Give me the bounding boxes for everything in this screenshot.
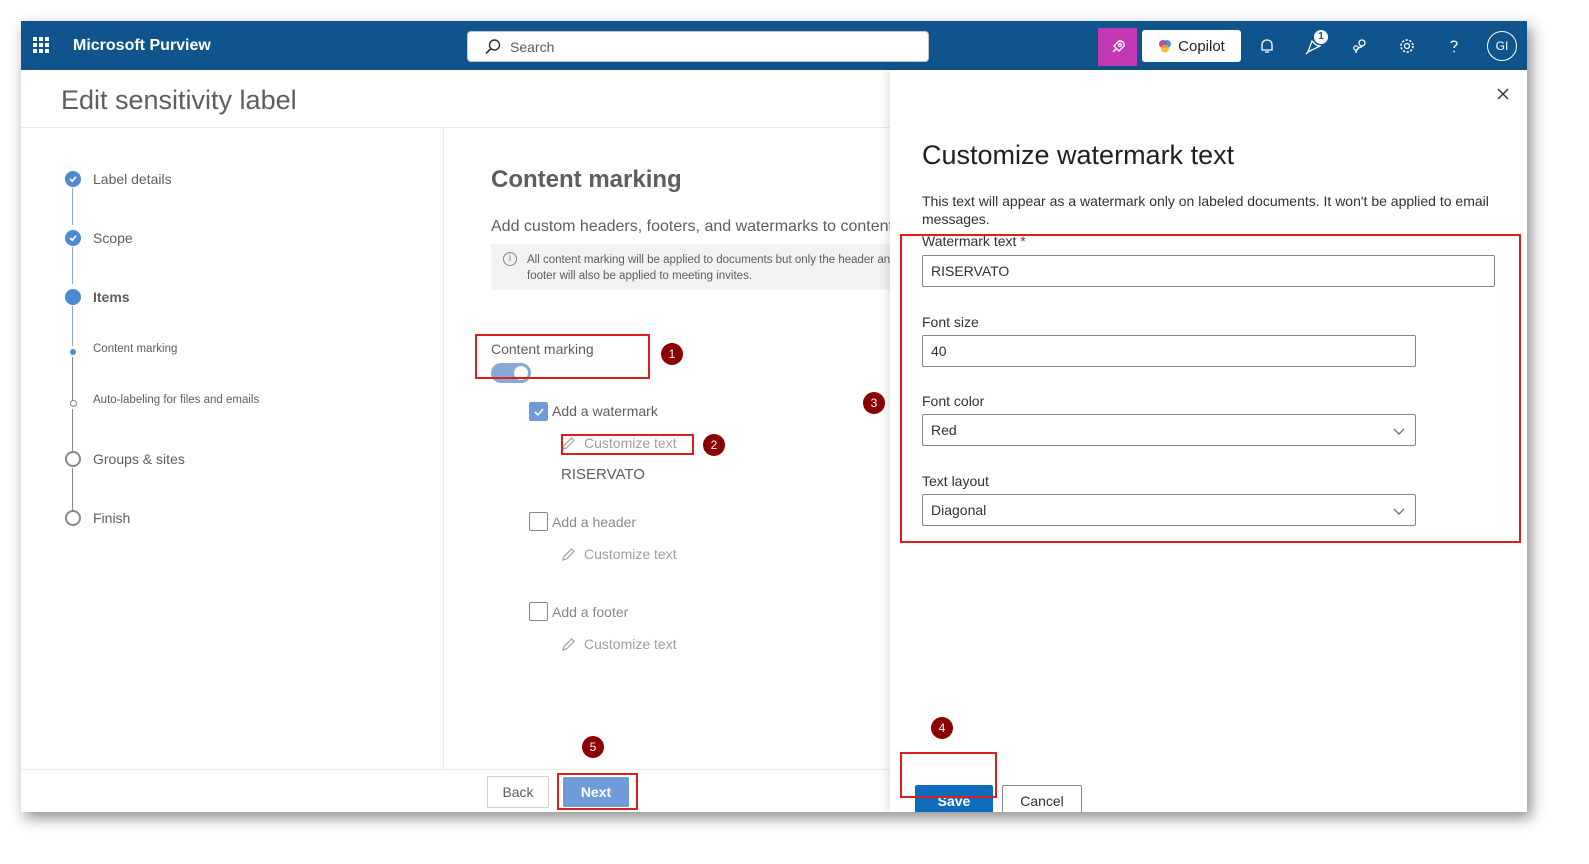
checkmark-icon (533, 407, 544, 416)
required-indicator: * (1020, 233, 1026, 249)
pending-step-dot (65, 451, 81, 467)
page-title: Edit sensitivity label (61, 85, 297, 115)
step-label: Scope (93, 230, 133, 246)
substep-dot (70, 400, 77, 407)
panel-title: Customize watermark text (922, 140, 1235, 170)
panel-description: This text will appear as a watermark onl… (922, 193, 1489, 227)
app-window: Microsoft Purview Copilot (21, 21, 1527, 812)
step-connector (72, 247, 73, 284)
text-layout-value: Diagonal (931, 502, 987, 518)
step-items[interactable]: Items (65, 289, 130, 305)
step-connector (72, 188, 73, 225)
font-color-label: Font color (922, 393, 985, 409)
people-settings-icon[interactable] (1348, 34, 1372, 58)
section-description: Add custom headers, footers, and waterma… (491, 218, 893, 235)
back-button[interactable]: Back (487, 776, 549, 808)
watermark-text-label: Watermark text * (922, 233, 1026, 249)
step-label: Items (93, 289, 130, 305)
header-checkbox[interactable] (529, 512, 548, 531)
step-finish[interactable]: Finish (65, 510, 130, 526)
notification-badge: 1 (1314, 30, 1328, 44)
copilot-icon (1159, 40, 1172, 53)
info-icon: i (503, 252, 517, 266)
step-connector (72, 357, 73, 401)
step-label-details[interactable]: Label details (65, 171, 172, 187)
font-color-value: Red (931, 422, 957, 438)
info-text: All content marking will be applied to d… (527, 254, 897, 282)
annotation-marker: 4 (931, 717, 953, 739)
next-button[interactable]: Next (563, 777, 629, 807)
annotation-marker: 2 (703, 434, 725, 456)
help-icon[interactable] (1442, 34, 1466, 58)
rocket-icon (1112, 40, 1125, 53)
check-icon (65, 171, 81, 187)
content-marking-toggle-label: Content marking (491, 341, 594, 357)
search-box[interactable] (467, 31, 929, 62)
annotation-marker: 3 (863, 392, 885, 414)
save-button[interactable]: Save (915, 785, 993, 812)
divider (443, 128, 444, 770)
text-layout-dropdown[interactable]: Diagonal (922, 494, 1416, 526)
top-bar: Microsoft Purview Copilot (21, 21, 1527, 70)
customize-header-link[interactable]: Customize text (561, 546, 677, 562)
pending-step-dot (65, 510, 81, 526)
section-heading: Content marking (491, 166, 682, 193)
app-launcher-icon[interactable] (33, 37, 49, 53)
app-title[interactable]: Microsoft Purview (73, 37, 211, 55)
watermark-text-input[interactable] (922, 255, 1495, 287)
pencil-icon (562, 637, 575, 651)
step-connector (72, 468, 73, 510)
font-size-input[interactable] (922, 335, 1416, 367)
footer-checkbox[interactable] (529, 602, 548, 621)
copilot-app-button[interactable] (1098, 28, 1137, 66)
step-label: Finish (93, 510, 131, 526)
watermark-value: RISERVATO (561, 466, 645, 483)
pencil-icon (562, 436, 575, 450)
content-marking-toggle[interactable] (491, 363, 531, 383)
divider (21, 127, 891, 128)
watermark-checkbox[interactable] (529, 402, 548, 421)
watermark-checkbox-label[interactable]: Add a watermark (552, 403, 658, 419)
footer-checkbox-label[interactable]: Add a footer (552, 604, 628, 620)
avatar[interactable]: GI (1487, 31, 1517, 61)
step-connector (72, 409, 73, 452)
chevron-down-icon (1393, 508, 1405, 515)
search-icon (485, 39, 501, 55)
copilot-label: Copilot (1178, 37, 1225, 55)
pencil-icon (562, 547, 575, 561)
customize-watermark-link[interactable]: Customize text (561, 435, 677, 451)
header-checkbox-label[interactable]: Add a header (552, 514, 636, 530)
annotation-marker: 1 (661, 343, 683, 365)
divider (21, 769, 891, 770)
cancel-button[interactable]: Cancel (1002, 785, 1082, 812)
close-icon[interactable] (1495, 86, 1511, 102)
text-layout-label: Text layout (922, 473, 989, 489)
customize-text-label: Customize text (584, 546, 677, 562)
customize-footer-link[interactable]: Customize text (561, 636, 677, 652)
substep-dot (70, 349, 76, 355)
customize-text-label: Customize text (584, 636, 677, 652)
step-label: Groups & sites (93, 451, 185, 467)
customize-text-label: Customize text (584, 435, 677, 451)
step-auto-labeling[interactable]: Auto-labeling for files and emails (65, 394, 259, 407)
step-scope[interactable]: Scope (65, 230, 133, 246)
step-label: Content marking (93, 343, 178, 355)
step-label: Auto-labeling for files and emails (93, 394, 260, 406)
step-content-marking[interactable]: Content marking (65, 343, 177, 355)
search-input[interactable] (510, 32, 910, 61)
current-step-dot (65, 289, 81, 305)
step-connector (72, 306, 73, 346)
bell-icon[interactable] (1255, 34, 1279, 58)
gear-icon[interactable] (1395, 34, 1419, 58)
step-groups-sites[interactable]: Groups & sites (65, 451, 185, 467)
info-message: i All content marking will be applied to… (491, 244, 911, 290)
copilot-button[interactable]: Copilot (1142, 30, 1241, 62)
font-size-label: Font size (922, 314, 979, 330)
check-icon (65, 230, 81, 246)
chevron-down-icon (1393, 428, 1405, 435)
customize-watermark-panel: Customize watermark text This text will … (890, 70, 1527, 812)
annotation-marker: 5 (582, 736, 604, 758)
font-color-dropdown[interactable]: Red (922, 414, 1416, 446)
step-label: Label details (93, 171, 172, 187)
